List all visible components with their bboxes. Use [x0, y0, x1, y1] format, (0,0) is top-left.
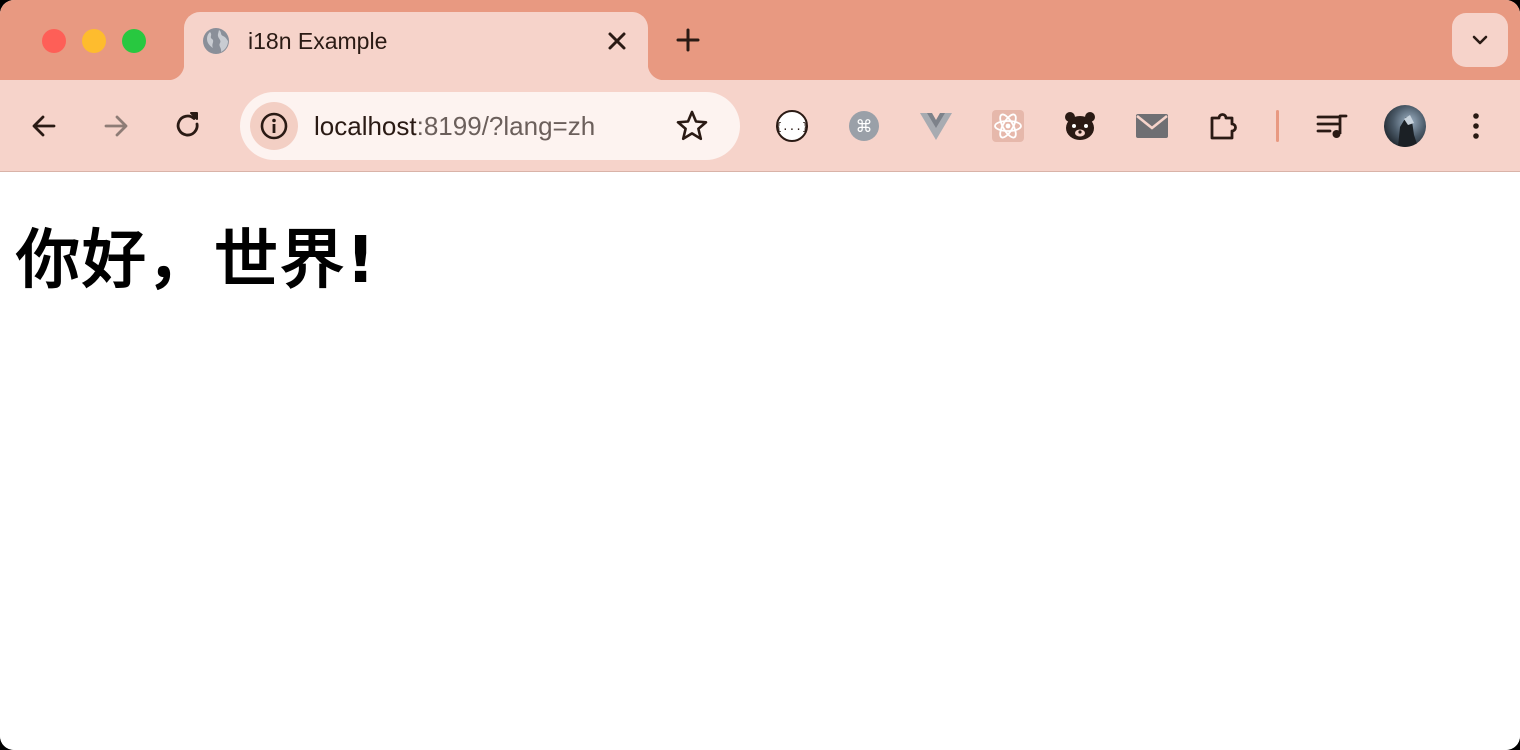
forward-arrow-icon[interactable] [98, 108, 134, 144]
bear-icon[interactable] [1062, 108, 1098, 144]
address-bar[interactable]: localhost:8199/?lang=zh [240, 92, 740, 160]
globe-icon [201, 26, 231, 56]
plus-icon[interactable] [672, 24, 704, 56]
vue-devtools-icon[interactable] [918, 108, 954, 144]
page-content: 你好，世界! [0, 173, 1520, 750]
tab-strip: i18n Example [0, 0, 1520, 80]
svg-text:⌘: ⌘ [856, 117, 873, 137]
info-icon[interactable] [250, 102, 298, 150]
url-host: localhost [314, 111, 417, 141]
tab-search-button[interactable] [1452, 13, 1508, 67]
page-heading: 你好，世界! [16, 224, 378, 298]
reload-icon[interactable] [170, 108, 206, 144]
close-icon[interactable] [604, 28, 630, 54]
star-icon[interactable] [674, 108, 710, 144]
url-path: :8199/?lang=zh [416, 111, 596, 141]
back-arrow-icon[interactable] [26, 108, 62, 144]
tab-title: i18n Example [248, 28, 388, 54]
svg-text:{...}: {...} [775, 120, 808, 133]
chevron-down-icon [1472, 35, 1488, 45]
avatar[interactable] [1384, 105, 1426, 147]
window-maximize-button[interactable] [122, 29, 146, 53]
json-formatter-icon[interactable]: {...} [774, 108, 810, 144]
queue-music-icon[interactable] [1314, 108, 1350, 144]
toolbar: localhost:8199/?lang=zh {...} ⌘ [0, 80, 1520, 172]
react-devtools-icon[interactable] [990, 108, 1026, 144]
mail-icon[interactable] [1134, 108, 1170, 144]
tab-active[interactable]: i18n Example [168, 12, 664, 80]
window-close-button[interactable] [42, 29, 66, 53]
puzzle-icon[interactable] [1206, 108, 1242, 144]
toolbar-divider [1276, 110, 1279, 142]
browser-window: i18n Example localhost:8199/?lang=zh {..… [0, 0, 1520, 750]
window-minimize-button[interactable] [82, 29, 106, 53]
url-text[interactable]: localhost:8199/?lang=zh [314, 110, 595, 142]
kebab-menu-icon[interactable] [1458, 108, 1494, 144]
command-icon[interactable]: ⌘ [846, 108, 882, 144]
